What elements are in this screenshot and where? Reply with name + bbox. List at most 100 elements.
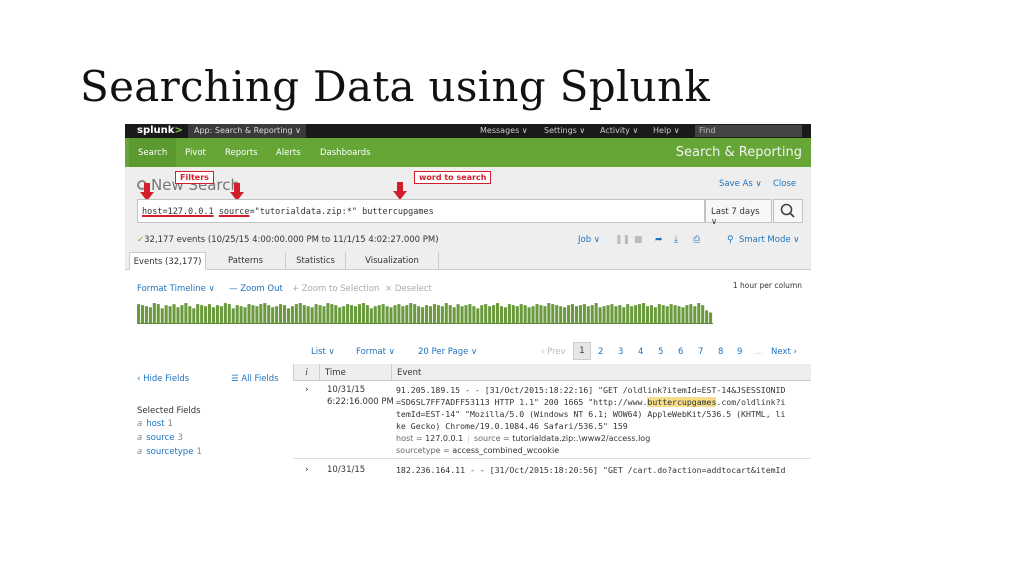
timeline-bar[interactable] [219, 306, 223, 323]
timeline-bar[interactable] [618, 305, 622, 323]
timeline-bar[interactable] [527, 307, 531, 323]
timeline-bar[interactable] [432, 304, 436, 323]
timeline-bar[interactable] [610, 304, 614, 323]
timeline-bar[interactable] [582, 304, 586, 323]
timeline-bar[interactable] [590, 305, 594, 323]
timeline-bar[interactable] [393, 305, 397, 323]
timeline-bar[interactable] [286, 308, 290, 323]
timeline-bar[interactable] [227, 304, 231, 323]
timeline-bar[interactable] [555, 305, 559, 323]
tab-events[interactable]: Events (32,177) [129, 252, 206, 270]
timeline-bar[interactable] [547, 303, 551, 323]
timeline-bar[interactable] [330, 304, 334, 323]
timeline-bar[interactable] [346, 304, 350, 323]
find-input[interactable]: Find [695, 125, 802, 137]
page-4[interactable]: 4 [638, 347, 643, 357]
timeline-bar[interactable] [551, 304, 555, 323]
timeline-bar[interactable] [275, 306, 279, 323]
timeline-bar[interactable] [559, 306, 563, 323]
timeline-bar[interactable] [523, 305, 527, 323]
timeline-bar[interactable] [342, 306, 346, 323]
timeline-bar[interactable] [507, 304, 511, 323]
timeline-bar[interactable] [192, 308, 196, 323]
timeline-bar[interactable] [148, 307, 152, 323]
timeline-bar[interactable] [271, 307, 275, 323]
timeline-bar[interactable] [428, 306, 433, 323]
timeline-bar[interactable] [531, 306, 535, 323]
timeline-bar[interactable] [338, 307, 342, 323]
timeline-bar[interactable] [401, 306, 405, 323]
timeline-bar[interactable] [705, 310, 709, 323]
timeline-bar[interactable] [263, 303, 267, 323]
page-7[interactable]: 7 [698, 347, 703, 357]
activity-menu[interactable]: Activity ∨ [600, 126, 638, 135]
timeline-bar[interactable] [689, 304, 693, 323]
timeline-bar[interactable] [492, 305, 496, 323]
format-menu[interactable]: Format ∨ [356, 347, 395, 357]
hide-fields-link[interactable]: ‹ Hide Fields [137, 374, 189, 384]
timeline-bar[interactable] [602, 306, 606, 323]
timeline-histogram[interactable] [137, 302, 713, 324]
prev-page[interactable]: ‹ Prev [541, 347, 566, 357]
timeline-bar[interactable] [168, 306, 172, 323]
timeline-bar[interactable] [350, 305, 354, 323]
timeline-bar[interactable] [377, 305, 381, 323]
timeline-bar[interactable] [421, 307, 425, 323]
meta-value[interactable]: tutorialdata.zip:.\www2/access.log [512, 434, 650, 443]
timeline-bar[interactable] [586, 306, 590, 323]
field-sourcetype[interactable]: a sourcetype 1 [137, 447, 202, 457]
list-view-menu[interactable]: List ∨ [311, 347, 335, 357]
stop-icon[interactable]: ■ [634, 235, 643, 245]
timeline-bar[interactable] [361, 303, 365, 323]
timeline-bar[interactable] [649, 305, 653, 323]
timeline-bar[interactable] [172, 304, 176, 323]
timeline-bar[interactable] [247, 304, 251, 323]
timeline-bar[interactable] [302, 305, 306, 323]
timeline-bar[interactable] [436, 305, 440, 323]
timeline-bar[interactable] [606, 305, 610, 323]
timeline-bar[interactable] [681, 307, 685, 323]
timeline-bar[interactable] [164, 305, 168, 323]
timeline-bar[interactable] [697, 303, 701, 323]
timeline-bar[interactable] [389, 307, 393, 323]
all-fields-link[interactable]: ☰ All Fields [231, 374, 279, 384]
meta-value[interactable]: access_combined_wcookie [452, 446, 559, 455]
timeline-bar[interactable] [385, 306, 389, 323]
timeline-bar[interactable] [314, 304, 318, 323]
timeline-bar[interactable] [223, 303, 227, 323]
timeline-bar[interactable] [693, 306, 697, 323]
timeline-bar[interactable] [669, 304, 673, 323]
timeline-bar[interactable] [369, 308, 373, 323]
timeline-bar[interactable] [499, 306, 504, 323]
messages-menu[interactable]: Messages ∨ [480, 126, 528, 135]
timeline-bar[interactable] [235, 305, 239, 323]
timeline-bar[interactable] [567, 305, 571, 323]
timeline-bar[interactable] [160, 308, 164, 323]
format-timeline-menu[interactable]: Format Timeline ∨ [137, 284, 215, 294]
timeline-bar[interactable] [152, 303, 156, 323]
timeline-bar[interactable] [251, 305, 255, 323]
timeline-bar[interactable] [188, 306, 192, 323]
timeline-bar[interactable] [267, 305, 271, 323]
nav-pivot[interactable]: Pivot [185, 148, 206, 158]
search-button[interactable] [773, 199, 803, 223]
timeline-bar[interactable] [480, 305, 484, 323]
timeline-bar[interactable] [294, 304, 298, 323]
timeline-bar[interactable] [373, 306, 377, 323]
timeline-bar[interactable] [326, 303, 330, 323]
timeline-bar[interactable] [259, 304, 263, 323]
timeline-bar[interactable] [464, 305, 468, 323]
timeline-bar[interactable] [279, 304, 283, 323]
timeline-bar[interactable] [460, 306, 464, 323]
timeline-bar[interactable] [594, 303, 598, 323]
search-mode-menu[interactable]: Smart Mode ∨ [739, 235, 800, 245]
field-source[interactable]: a source 3 [137, 433, 183, 443]
timeline-bar[interactable] [318, 305, 322, 323]
timeline-bar[interactable] [409, 303, 413, 323]
zoom-to-selection-button[interactable]: + Zoom to Selection [292, 284, 379, 294]
timeline-bar[interactable] [484, 304, 488, 323]
timeline-bar[interactable] [357, 304, 362, 323]
timeline-bar[interactable] [176, 307, 180, 323]
nav-search[interactable]: Search [129, 138, 177, 167]
help-menu[interactable]: Help ∨ [653, 126, 680, 135]
